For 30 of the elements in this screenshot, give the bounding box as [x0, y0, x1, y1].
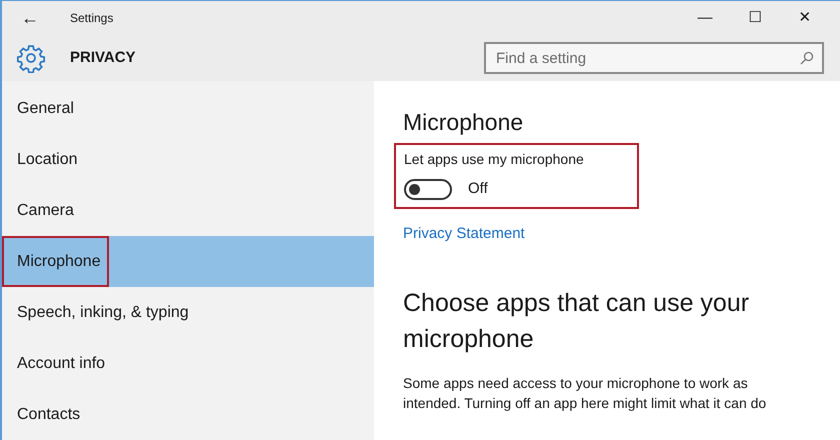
sidebar-item[interactable]: Location: [2, 134, 374, 185]
item-label: Contacts: [16, 404, 82, 424]
item-label: Speech, inking, & typing: [16, 302, 190, 322]
privacy-link[interactable]: Privacy Statement: [403, 222, 525, 245]
sidebar-item[interactable]: Microphone: [2, 236, 374, 287]
description: Some apps need access to your microphone to work as intended. Turning off an app here might limit what it can do: [403, 374, 768, 413]
close-button[interactable]: ✕: [780, 1, 830, 35]
sidebar-item[interactable]: General: [2, 83, 374, 134]
item-label: Location: [16, 150, 78, 170]
section-heading: Choose apps that can use your microphone: [403, 288, 750, 355]
maximize-button[interactable]: ☐: [730, 1, 780, 35]
item-label: Account info: [16, 354, 106, 374]
item-label: Microphone: [2, 236, 109, 287]
search-icon: [800, 51, 814, 65]
item-label: Camera: [16, 200, 75, 220]
minimize-button[interactable]: —: [680, 1, 730, 35]
setting-label: Let apps use my microphone: [404, 150, 585, 169]
window-title: Settings: [70, 10, 114, 27]
sidebar-item[interactable]: Account info: [2, 338, 374, 389]
toggle-state: Off: [468, 179, 488, 199]
back-button[interactable]: ←: [2, 1, 58, 35]
sidebar-item[interactable]: Contacts: [2, 389, 374, 440]
sidebar-item[interactable]: Speech, inking, & typing: [2, 287, 374, 338]
item-label: General: [16, 98, 75, 118]
toggle-switch[interactable]: [404, 178, 452, 200]
page-title: PRIVACY: [70, 48, 136, 68]
gear-icon: [16, 43, 46, 73]
sidebar-item[interactable]: Camera: [2, 185, 374, 236]
search-field[interactable]: Find a setting: [484, 42, 824, 74]
section-heading: Microphone: [403, 108, 524, 137]
